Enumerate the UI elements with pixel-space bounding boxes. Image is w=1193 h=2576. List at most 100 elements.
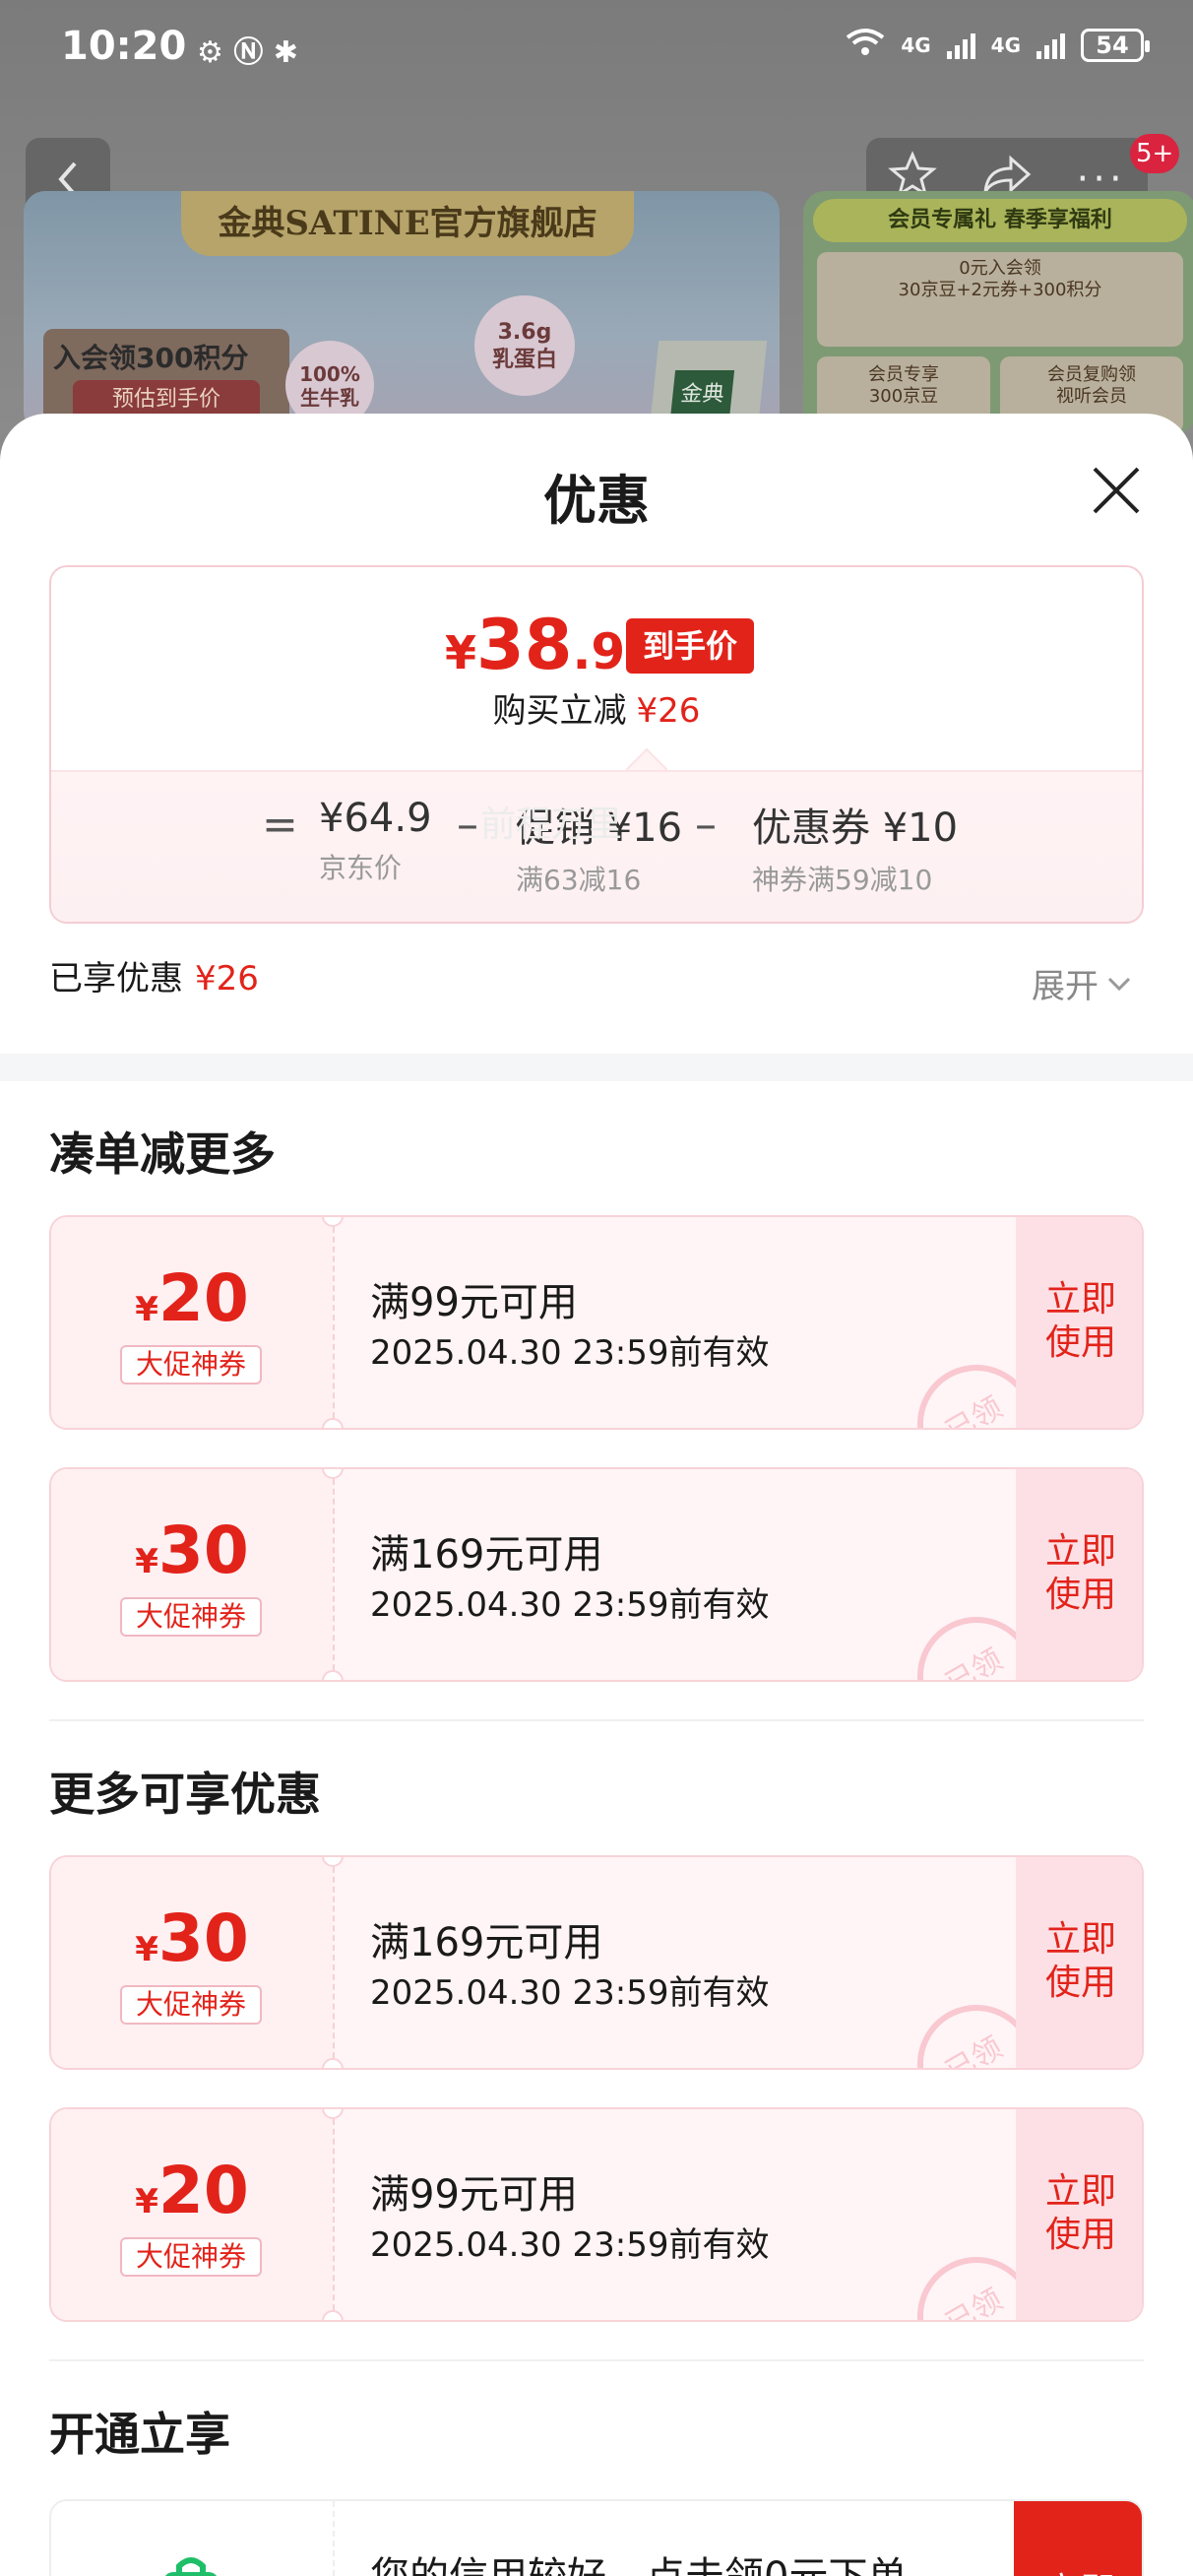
watermark-text: 前程万里 <box>480 805 623 845</box>
background-page: 10:20 ⚙ Ⓝ ✱ 4G 4G 54 ··· 5+ 金典SATINE官方旗舰… <box>0 0 1193 433</box>
coupon-condition: 满169元可用 <box>370 1532 603 1578</box>
coupon-card[interactable]: ¥30 大促神券 满169元可用 2025.04.30 23:59前有效 已领 … <box>49 1855 1144 2070</box>
coupon-amount: 30 <box>157 1513 249 1588</box>
coupon-type: 大促神券 <box>120 1985 262 2025</box>
coupon-cut-line <box>333 2109 335 2320</box>
final-price-integer: 38 <box>476 605 573 685</box>
coupon-currency: ¥ <box>135 1542 158 1581</box>
store-title: 金典SATINE官方旗舰店 <box>181 191 634 256</box>
member-card-join: 0元入会领 30京豆+2元券+300积分 <box>817 252 1183 347</box>
section-title-more: 凑单减更多 <box>49 1127 276 1181</box>
coupon-validity: 2025.04.30 23:59前有效 <box>370 2225 770 2265</box>
coupon-condition: 满99元可用 <box>370 1280 578 1325</box>
message-count-badge: 5+ <box>1130 134 1180 173</box>
coupon-notch-bottom <box>322 2310 344 2320</box>
store-banner[interactable]: 金典SATINE官方旗舰店 3.6g 乳蛋白 入会领300积分 预估到手价 10… <box>24 191 780 433</box>
final-price-area: ¥38.9 到手价 购买立减 ¥26 <box>51 567 1142 770</box>
use-now-button[interactable]: 立即 使用 <box>1016 1469 1142 1680</box>
coupon-rule: 神券满59减10 <box>752 864 933 896</box>
credit-offer-button[interactable]: 立即 <box>1014 2501 1142 2576</box>
coupon-currency: ¥ <box>135 1930 158 1969</box>
coupon-type: 大促神券 <box>120 1345 262 1385</box>
promo-rule: 满63减16 <box>516 864 642 896</box>
coupon-item: 优惠券 ¥10 神券满59减10 <box>752 796 958 898</box>
wifi-icon <box>846 28 885 62</box>
equals-sign: = <box>262 800 298 850</box>
reduce-line: 购买立减 ¥26 <box>51 683 1142 732</box>
coupon-card[interactable]: ¥20 大促神券 满99元可用 2025.04.30 23:59前有效 已领 立… <box>49 1215 1144 1430</box>
reduce-label: 购买立减 <box>492 691 627 731</box>
reduce-amount: ¥26 <box>636 691 701 731</box>
status-time: 10:20 <box>61 24 187 69</box>
use-now-button[interactable]: 立即 使用 <box>1016 2109 1142 2320</box>
network-label: 4G <box>901 32 931 57</box>
join-points-text: 入会领300积分 <box>53 342 249 374</box>
close-button[interactable] <box>1087 461 1146 520</box>
coupon-notch-bottom <box>322 2058 344 2068</box>
use-now-button[interactable]: 立即 使用 <box>1016 1857 1142 2068</box>
protein-bubble: 3.6g 乳蛋白 <box>474 295 575 396</box>
final-price-currency: ¥ <box>445 626 477 679</box>
member-banner-title: 会员专属礼 春季享福利 <box>813 199 1187 242</box>
use-now-button[interactable]: 立即 使用 <box>1016 1217 1142 1428</box>
coupon-cut-line <box>333 1217 335 1428</box>
coupon-amount: 优惠券 ¥10 <box>752 805 959 851</box>
status-bar: 10:20 ⚙ Ⓝ ✱ 4G 4G 54 <box>0 0 1193 98</box>
coupon-card[interactable]: ¥20 大促神券 满99元可用 2025.04.30 23:59前有效 已领 立… <box>49 2107 1144 2322</box>
coupon-validity: 2025.04.30 23:59前有效 <box>370 1585 770 1625</box>
final-price-decimal: .9 <box>572 623 626 680</box>
coupon-validity: 2025.04.30 23:59前有效 <box>370 1973 770 2013</box>
coupon-amount: 30 <box>157 1900 249 1976</box>
thin-divider <box>49 2359 1144 2361</box>
final-price: ¥38.9 <box>445 605 625 685</box>
final-price-tag: 到手价 <box>626 618 754 674</box>
coupon-validity: 2025.04.30 23:59前有效 <box>370 1333 770 1373</box>
coupon-notch-bottom <box>322 1418 344 1428</box>
coupon-currency: ¥ <box>135 2182 158 2222</box>
enjoyed-label: 已享优惠 <box>49 959 183 998</box>
coupon-currency: ¥ <box>135 1290 158 1329</box>
expand-toggle[interactable]: 展开 <box>1032 959 1132 1007</box>
coupon-type: 大促神券 <box>120 1597 262 1637</box>
coupon-value: ¥30 <box>51 1900 333 1976</box>
coupon-value: ¥30 <box>51 1513 333 1588</box>
enjoyed-discount: 已享优惠 ¥26 <box>49 951 259 999</box>
sheet-title: 优惠 <box>543 470 650 532</box>
coupon-value: ¥20 <box>51 2153 333 2228</box>
jd-price: ¥64.9 <box>319 796 432 841</box>
network-label-2: 4G <box>990 32 1021 57</box>
section-title-open: 开通立享 <box>49 2408 230 2461</box>
thin-divider <box>49 1719 1144 1721</box>
discount-sheet: 优惠 ¥38.9 到手价 购买立减 ¥26 = ¥64.9 京东价 – 促销 ¥1… <box>0 414 1193 2576</box>
enjoyed-amount: ¥26 <box>195 959 259 998</box>
credit-offer-card[interactable]: 您的信用较好，点击领0元下单 立即 <box>49 2499 1144 2576</box>
expand-label: 展开 <box>1032 967 1099 1006</box>
minus-sign-2: – <box>695 800 717 850</box>
coupon-type: 大促神券 <box>120 2237 262 2277</box>
minus-sign-1: – <box>457 800 478 850</box>
signal-icon-2 <box>1036 32 1065 59</box>
price-formula: = ¥64.9 京东价 – 促销 ¥16 满63减16 – 优惠券 ¥10 神券… <box>51 770 1142 922</box>
jd-price-item: ¥64.9 京东价 <box>319 796 432 886</box>
coupon-condition: 满169元可用 <box>370 1920 603 1965</box>
section-divider <box>0 1054 1193 1081</box>
coupon-cut-line <box>333 1857 335 2068</box>
coupon-amount: 20 <box>157 2153 249 2228</box>
coupon-cut-line <box>333 1469 335 1680</box>
price-breakdown-card: ¥38.9 到手价 购买立减 ¥26 = ¥64.9 京东价 – 促销 ¥16 满… <box>49 565 1144 924</box>
section-title-extra: 更多可享优惠 <box>49 1768 321 1821</box>
shopping-bag-icon <box>156 2550 226 2576</box>
coupon-card[interactable]: ¥30 大促神券 满169元可用 2025.04.30 23:59前有效 已领 … <box>49 1467 1144 1682</box>
coupon-notch-bottom <box>322 1670 344 1680</box>
close-icon <box>1093 467 1140 514</box>
status-icons-left: ⚙ Ⓝ ✱ <box>197 35 298 70</box>
credit-offer-text: 您的信用较好，点击领0元下单 <box>370 2544 907 2576</box>
credit-card-divider <box>333 2501 335 2576</box>
member-banner[interactable]: 会员专属礼 春季享福利 0元入会领 30京豆+2元券+300积分 会员专享 30… <box>803 191 1193 433</box>
coupon-amount: 20 <box>157 1260 249 1336</box>
coupon-value: ¥20 <box>51 1260 333 1336</box>
status-icons-right: 4G 4G 54 <box>846 28 1150 62</box>
battery-icon: 54 <box>1081 28 1150 62</box>
coupon-condition: 满99元可用 <box>370 2172 578 2218</box>
signal-icon <box>946 32 975 59</box>
